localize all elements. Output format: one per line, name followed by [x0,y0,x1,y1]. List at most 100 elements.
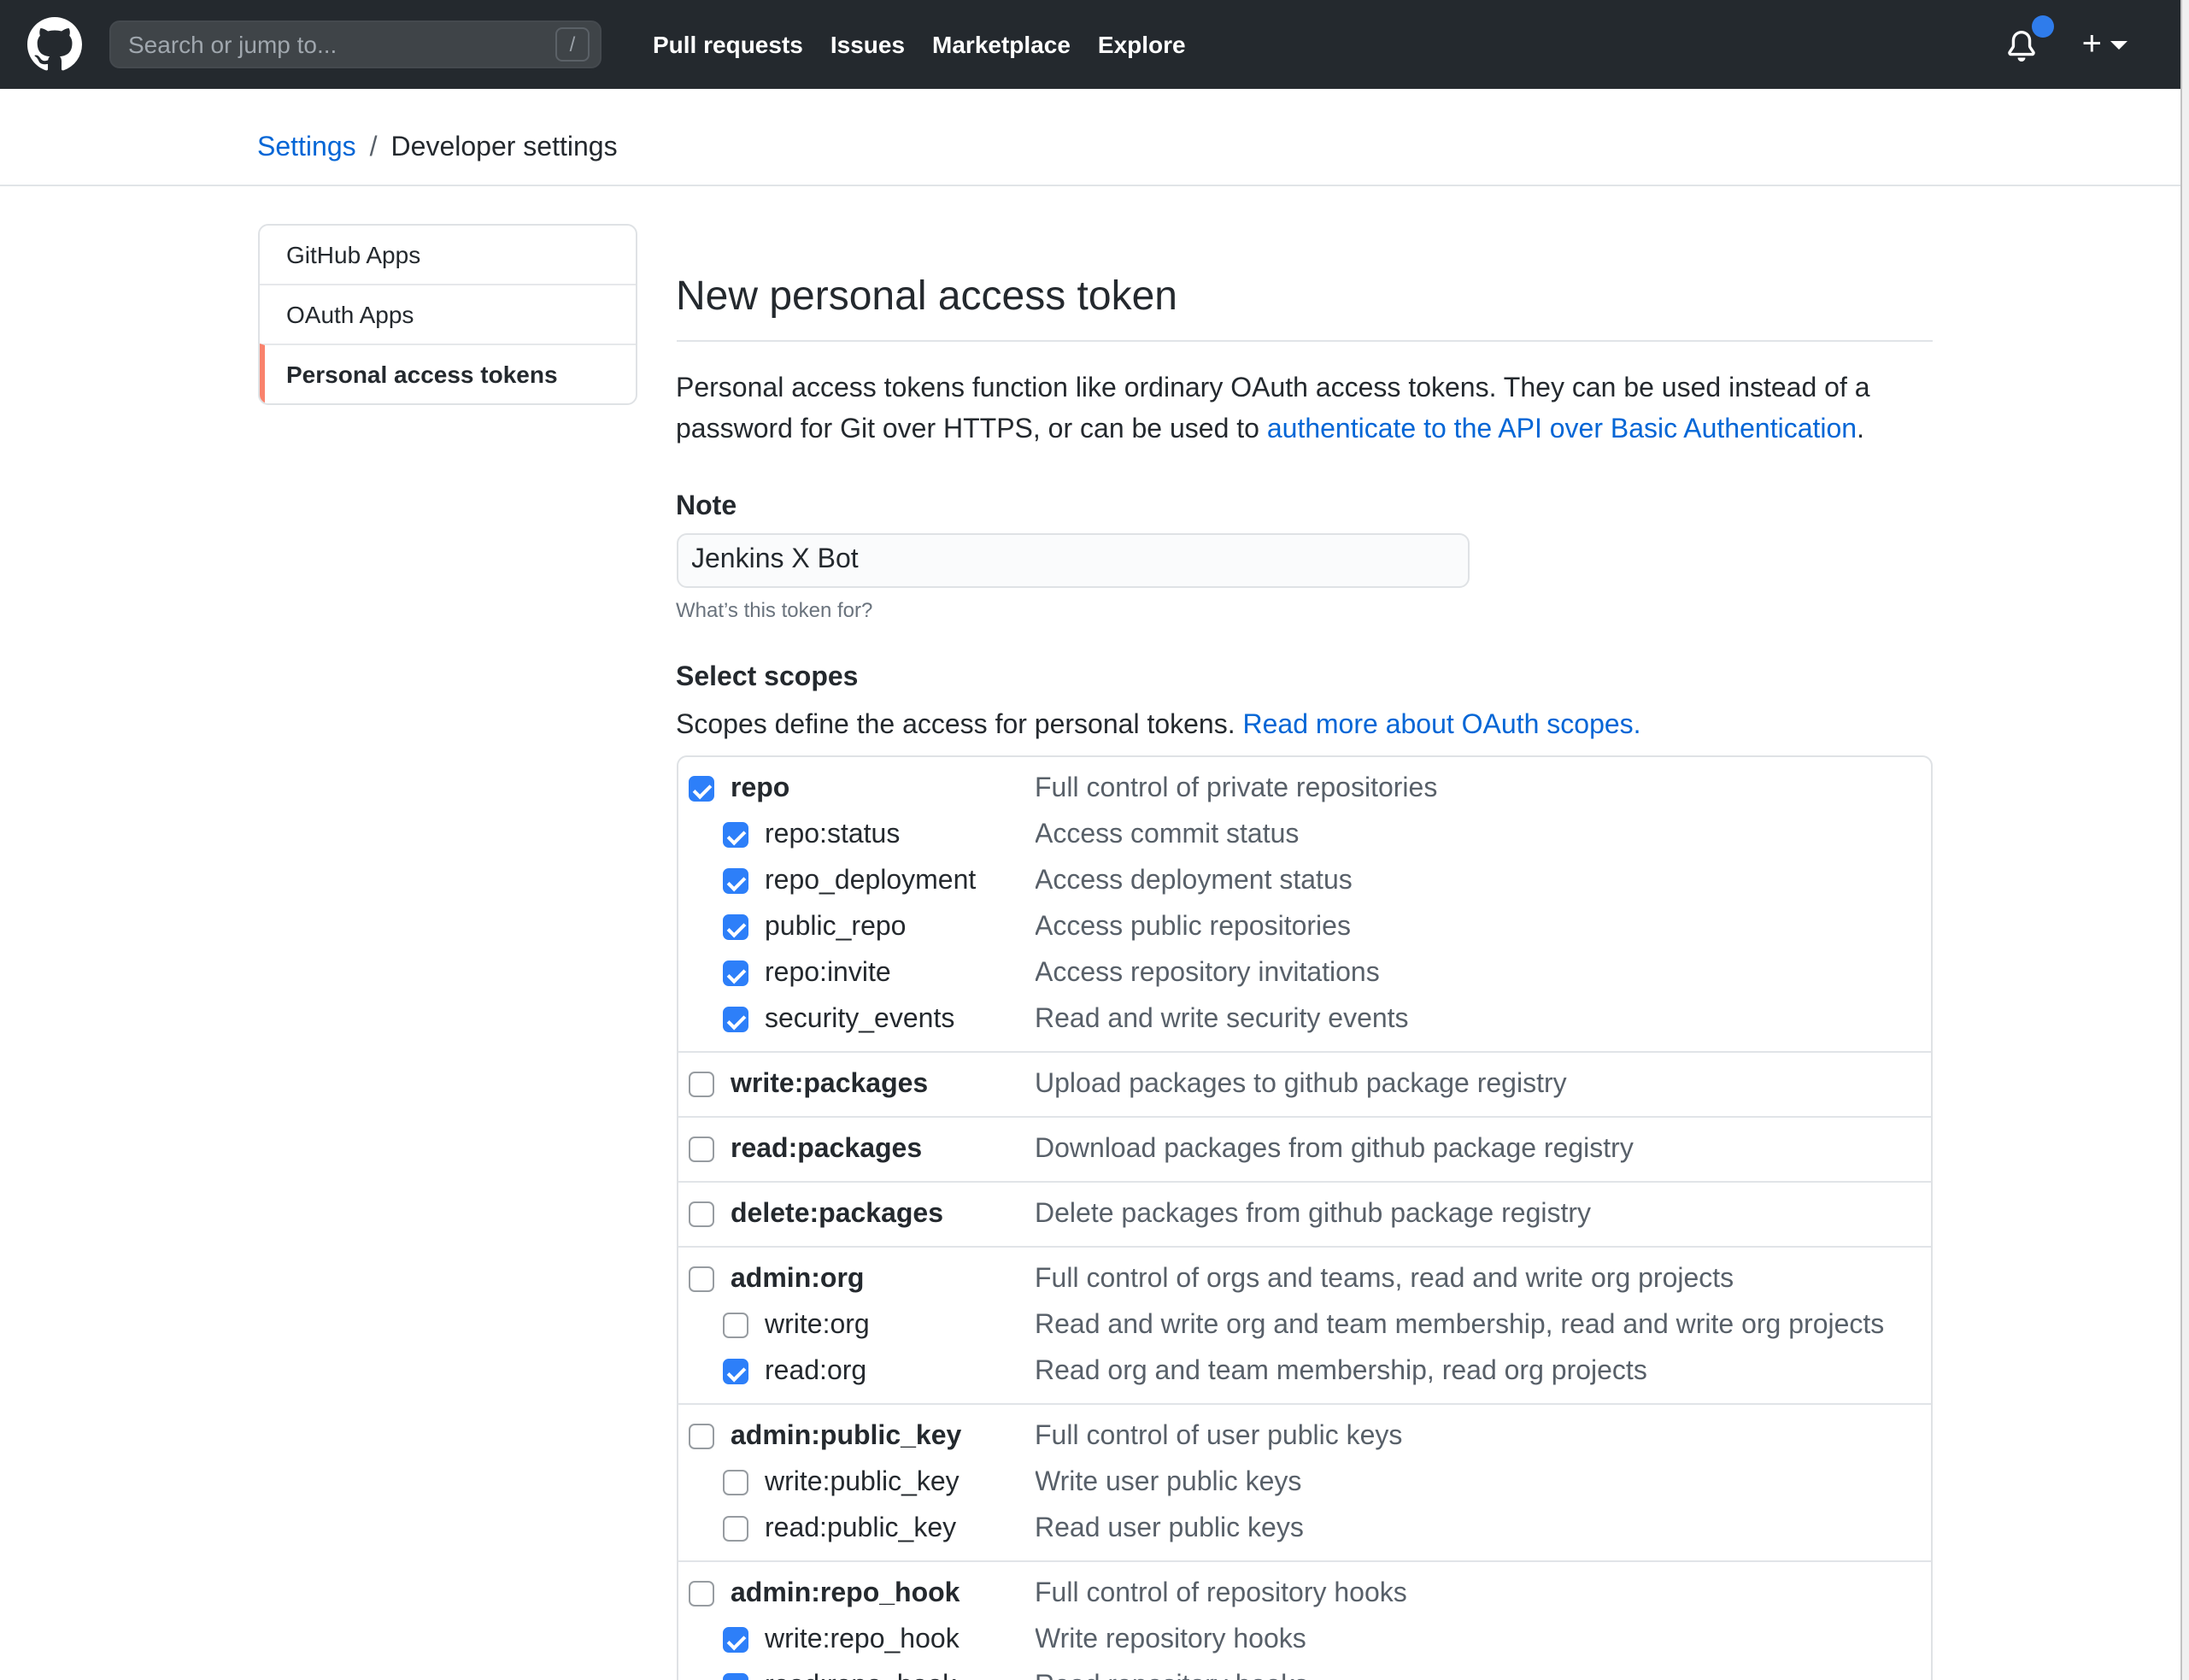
scope-row-public-repo: public_repoAccess public repositories [678,904,1930,950]
nav-link-pull-requests[interactable]: Pull requests [653,31,803,58]
scope-name-repo-deployment[interactable]: repo_deployment [765,866,1035,896]
scope-name-write-org[interactable]: write:org [765,1310,1035,1341]
note-label: Note [676,492,1932,523]
scope-name-read-packages[interactable]: read:packages [731,1134,1035,1165]
notifications-bell-icon[interactable] [2007,24,2045,65]
scope-row-write-public-key: write:public_keyWrite user public keys [678,1460,1930,1506]
breadcrumb-current: Developer settings [391,133,618,164]
scope-name-repo-invite[interactable]: repo:invite [765,958,1035,989]
scope-row-security-events: security_eventsRead and write security e… [678,996,1930,1043]
scope-description: Write user public keys [1035,1467,1301,1498]
github-logo-icon[interactable] [27,17,82,72]
scope-checkbox-admin-org[interactable] [688,1266,713,1292]
scope-name-admin-org[interactable]: admin:org [731,1264,1035,1295]
scope-checkbox-admin-public-key[interactable] [688,1424,713,1449]
scope-description: Read and write org and team membership, … [1035,1310,1884,1341]
page-content: GitHub AppsOAuth AppsPersonal access tok… [230,224,1959,1680]
intro-text-end: . [1857,415,1864,444]
scope-row-admin-repo-hook: admin:repo_hookFull control of repositor… [678,1571,1930,1617]
nav-link-marketplace[interactable]: Marketplace [932,31,1071,58]
create-new-menu-button[interactable]: + [2082,27,2127,62]
scope-checkbox-write-public-key[interactable] [722,1470,748,1495]
scope-name-security-events[interactable]: security_events [765,1004,1035,1035]
scope-description: Delete packages from github package regi… [1035,1199,1591,1230]
scope-name-write-packages[interactable]: write:packages [731,1069,1035,1100]
search-input[interactable] [109,21,602,68]
scopes-intro: Scopes define the access for personal to… [676,711,1932,742]
scope-name-admin-repo-hook[interactable]: admin:repo_hook [731,1578,1035,1609]
scope-name-read-org[interactable]: read:org [765,1356,1035,1387]
scope-description: Write repository hooks [1035,1624,1306,1655]
note-input[interactable] [676,533,1469,588]
global-header: / Pull requestsIssuesMarketplaceExplore … [0,0,2189,89]
scope-checkbox-repo-status[interactable] [722,822,748,848]
scope-row-read-org: read:orgRead org and team membership, re… [678,1348,1930,1395]
breadcrumb-settings-link[interactable]: Settings [257,133,356,164]
scope-name-write-public-key[interactable]: write:public_key [765,1467,1035,1498]
header-right-controls: + [2007,24,2127,65]
scope-row-repo-invite: repo:inviteAccess repository invitations [678,950,1930,996]
note-help-text: What’s this token for? [676,598,1932,622]
scope-row-read-public-key: read:public_keyRead user public keys [678,1506,1930,1552]
scope-name-delete-packages[interactable]: delete:packages [731,1199,1035,1230]
scope-checkbox-read-repo-hook[interactable] [722,1673,748,1680]
scope-description: Full control of repository hooks [1035,1578,1407,1609]
main-content: New personal access token Personal acces… [676,224,1932,1680]
scope-description: Full control of orgs and teams, read and… [1035,1264,1734,1295]
scope-checkbox-repo-deployment[interactable] [722,868,748,894]
scope-row-read-packages: read:packagesDownload packages from gith… [678,1126,1930,1172]
scopes-intro-text: Scopes define the access for personal to… [676,711,1243,740]
scope-checkbox-repo-invite[interactable] [722,960,748,986]
scope-description: Upload packages to github package regist… [1035,1069,1567,1100]
header-nav: Pull requests Issues Marketplace Explore [653,31,1213,58]
scope-row-delete-packages: delete:packagesDelete packages from gith… [678,1191,1930,1237]
scope-description: Read org and team membership, read org p… [1035,1356,1647,1387]
scope-name-admin-public-key[interactable]: admin:public_key [731,1421,1035,1452]
scope-checkbox-security-events[interactable] [722,1007,748,1032]
scope-group: admin:public_keyFull control of user pub… [678,1403,1930,1560]
select-scopes-heading: Select scopes [676,663,1932,694]
scope-checkbox-read-org[interactable] [722,1359,748,1384]
plus-icon: + [2082,27,2102,62]
sidebar-item-github-apps[interactable]: GitHub Apps [259,226,635,284]
page-title: New personal access token [676,272,1932,342]
scope-checkbox-repo[interactable] [688,776,713,802]
scopes-list: repoFull control of private repositories… [676,755,1932,1680]
oauth-scopes-link[interactable]: Read more about OAuth scopes. [1243,711,1641,740]
header-search: / [109,21,602,68]
scope-checkbox-write-repo-hook[interactable] [722,1627,748,1653]
scope-description: Read user public keys [1035,1513,1304,1544]
scope-checkbox-read-public-key[interactable] [722,1516,748,1542]
unread-notification-dot [2033,15,2055,38]
scope-name-repo[interactable]: repo [731,773,1035,804]
scope-description: Access public repositories [1035,912,1351,943]
breadcrumb-bar: Settings / Developer settings [0,89,2189,186]
scope-checkbox-write-packages[interactable] [688,1072,713,1097]
breadcrumb: Settings / Developer settings [257,89,1932,185]
scope-name-repo-status[interactable]: repo:status [765,819,1035,850]
basic-auth-link[interactable]: authenticate to the API over Basic Authe… [1267,415,1857,444]
scope-checkbox-read-packages[interactable] [688,1137,713,1162]
scope-description: Full control of private repositories [1035,773,1437,804]
scope-name-read-repo-hook[interactable]: read:repo_hook [765,1671,1035,1680]
sidebar-item-personal-access-tokens[interactable]: Personal access tokens [259,344,635,403]
github-new-token-page: / Pull requestsIssuesMarketplaceExplore … [0,0,2189,1680]
scope-row-read-repo-hook: read:repo_hookRead repository hooks [678,1663,1930,1680]
window-scrollbar-edge[interactable] [2180,0,2189,1680]
nav-link-explore[interactable]: Explore [1098,31,1186,58]
scope-description: Read repository hooks [1035,1671,1308,1680]
settings-sidebar: GitHub AppsOAuth AppsPersonal access tok… [257,224,637,405]
sidebar-item-oauth-apps[interactable]: OAuth Apps [259,284,635,344]
scope-name-write-repo-hook[interactable]: write:repo_hook [765,1624,1035,1655]
scope-name-read-public-key[interactable]: read:public_key [765,1513,1035,1544]
scope-checkbox-public-repo[interactable] [722,914,748,940]
scope-checkbox-admin-repo-hook[interactable] [688,1581,713,1607]
scope-description: Full control of user public keys [1035,1421,1402,1452]
nav-link-issues[interactable]: Issues [830,31,905,58]
scope-group: admin:orgFull control of orgs and teams,… [678,1246,1930,1403]
scope-checkbox-delete-packages[interactable] [688,1201,713,1227]
scope-checkbox-write-org[interactable] [722,1313,748,1338]
scope-name-public-repo[interactable]: public_repo [765,912,1035,943]
scope-row-write-packages: write:packagesUpload packages to github … [678,1061,1930,1107]
scope-group: repoFull control of private repositories… [678,757,1930,1051]
